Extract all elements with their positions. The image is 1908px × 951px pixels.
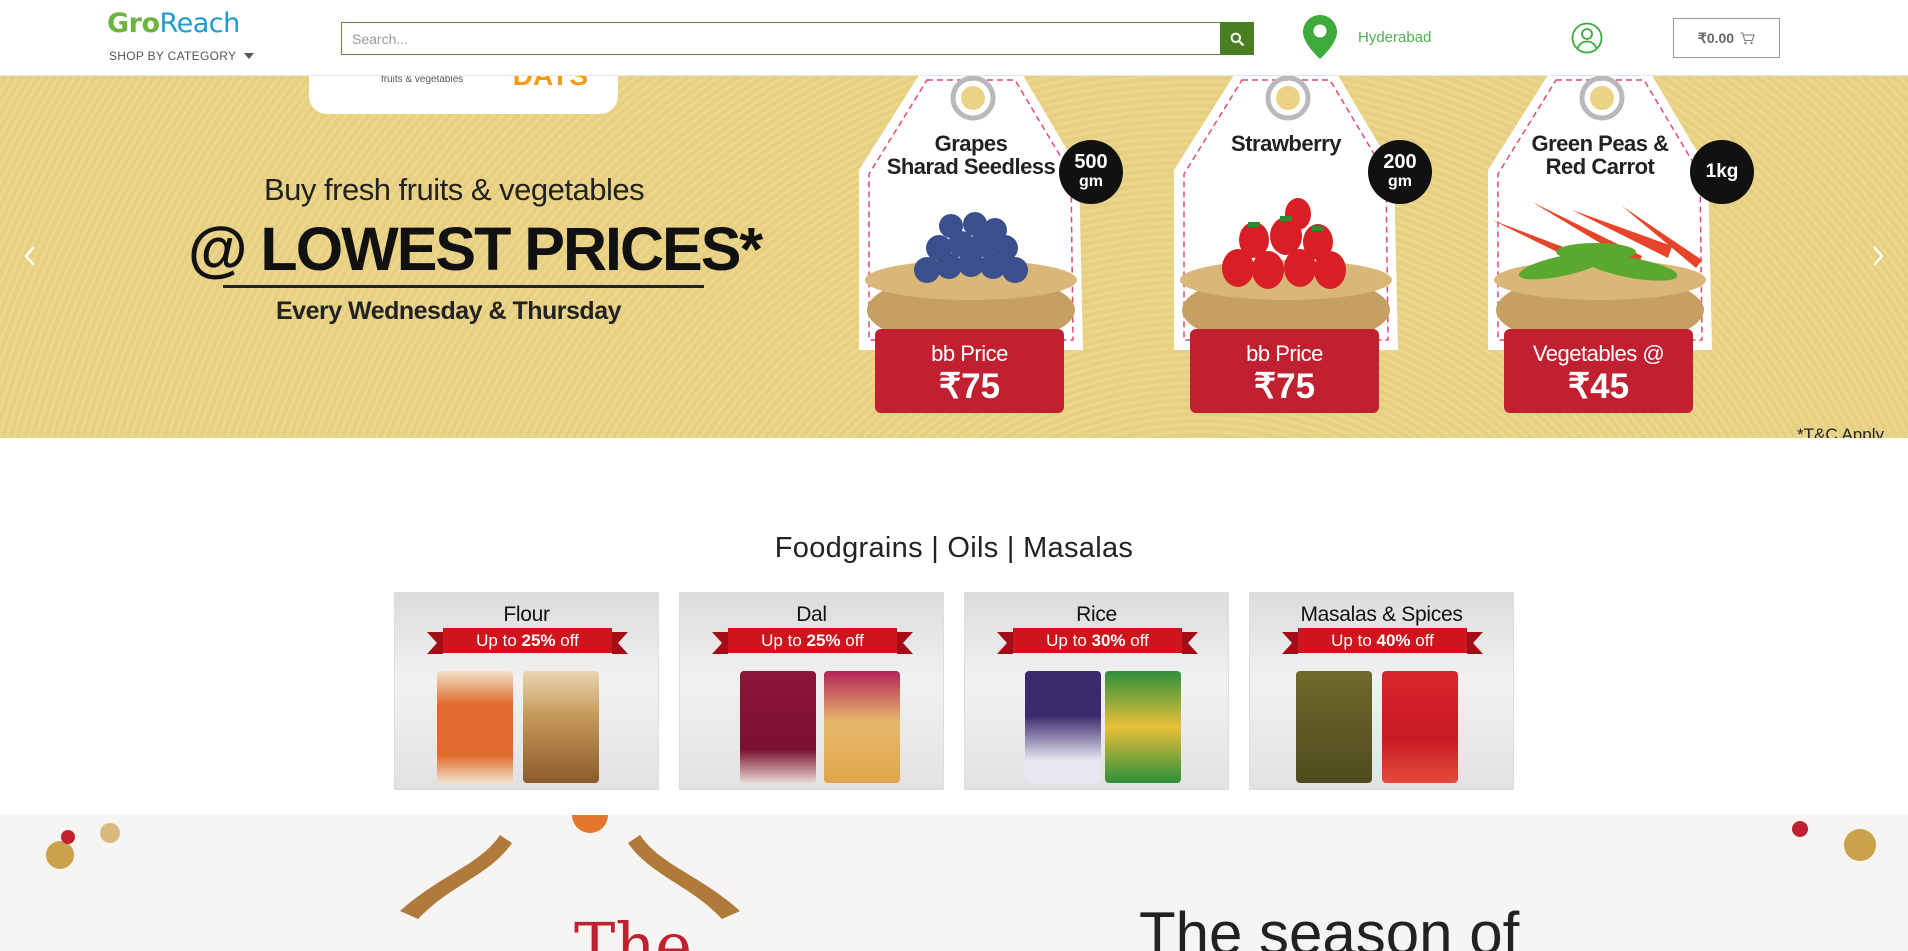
- product-pack-image: [1382, 671, 1458, 783]
- cart-total: ₹0.00: [1697, 29, 1735, 46]
- location-label: Hyderabad: [1358, 28, 1432, 46]
- section-title: Foodgrains | Oils | Masalas: [774, 532, 1134, 564]
- price-tag-grapes: Grapes Sharad Seedless 500 gm bb Price ₹75: [843, 76, 1123, 415]
- category-card-flour[interactable]: Flour Up to 25% off: [394, 592, 659, 790]
- banner-headline: Buy fresh fruits & vegetables: [264, 172, 645, 207]
- category-name: Rice: [1076, 603, 1117, 626]
- banner-lowest-prices: @ LOWEST PRICES*: [188, 215, 763, 283]
- offer-ribbon: Up to 40% off: [1282, 628, 1483, 654]
- shop-by-category-dropdown[interactable]: SHOP BY CATEGORY: [109, 49, 255, 63]
- product-pack-image: [1105, 671, 1181, 783]
- tag-weight-badge: 1kg: [1690, 140, 1754, 204]
- category-name: Flour: [503, 603, 550, 626]
- banner-divider: [223, 285, 704, 288]
- tag-price-box: bb Price ₹75: [875, 329, 1064, 413]
- search-button[interactable]: [1220, 22, 1254, 55]
- tag-price-box: bb Price ₹75: [1190, 329, 1379, 413]
- offer-ribbon: Up to 25% off: [712, 628, 913, 654]
- terms-note: *T&C Apply: [1797, 425, 1884, 438]
- tag-weight-badge: 500 gm: [1059, 140, 1123, 204]
- carousel-next-button[interactable]: [1870, 244, 1886, 273]
- offer-ribbon: Up to 30% off: [997, 628, 1198, 654]
- price-tag-strawberry: Strawberry 200 gm bb Price ₹75: [1158, 76, 1432, 415]
- chevron-right-icon: [1873, 246, 1884, 266]
- product-pack-image: [740, 671, 816, 783]
- promo-text-right: The season of: [1139, 900, 1520, 951]
- user-account-button[interactable]: [1571, 22, 1603, 59]
- product-pack-image: [1296, 671, 1372, 783]
- product-pack-image: [824, 671, 900, 783]
- logo[interactable]: GroReach: [107, 8, 240, 39]
- product-pack-image: [523, 671, 599, 783]
- site-header: GroReach SHOP BY CATEGORY Hyderabad ₹0.0…: [0, 0, 1908, 76]
- category-card-masalas-spices[interactable]: Masalas & Spices Up to 40% off: [1249, 592, 1514, 790]
- product-pack-image: [1025, 671, 1101, 783]
- season-promo-banner[interactable]: The The season of: [0, 815, 1908, 951]
- shop-by-category-label: SHOP BY CATEGORY: [109, 49, 237, 63]
- search-input[interactable]: [341, 22, 1221, 55]
- category-name: Dal: [796, 603, 827, 626]
- banner-days-text: Every Wednesday & Thursday: [276, 297, 622, 325]
- tag-weight-badge: 200 gm: [1368, 140, 1432, 204]
- hero-banner-carousel[interactable]: fruits & vegetables DAYS Buy fresh fruit…: [0, 76, 1908, 438]
- promo-text-left: The: [574, 909, 692, 951]
- search-bar: [341, 22, 1254, 55]
- price-tag-peas-carrot: Green Peas & Red Carrot 1kg Vegetables @…: [1472, 76, 1754, 415]
- category-card-dal[interactable]: Dal Up to 25% off: [679, 592, 944, 790]
- banner-days-pill: fruits & vegetables DAYS: [309, 76, 618, 114]
- carousel-prev-button[interactable]: [22, 244, 38, 273]
- category-name: Masalas & Spices: [1300, 603, 1463, 626]
- chevron-left-icon: [24, 246, 35, 266]
- search-icon: [1230, 32, 1244, 46]
- product-pack-image: [437, 671, 513, 783]
- festive-decoration: [46, 815, 1876, 919]
- category-card-rice[interactable]: Rice Up to 30% off: [964, 592, 1229, 790]
- caret-down-icon: [244, 53, 255, 59]
- tag-price-box: Vegetables @ ₹45: [1504, 329, 1693, 413]
- offer-ribbon: Up to 25% off: [427, 628, 628, 654]
- cart-button[interactable]: ₹0.00: [1673, 18, 1780, 58]
- user-account-icon: [1571, 22, 1603, 54]
- location-pin-icon: [1303, 15, 1337, 59]
- cart-icon: [1740, 31, 1755, 44]
- location-selector[interactable]: Hyderabad: [1302, 14, 1431, 60]
